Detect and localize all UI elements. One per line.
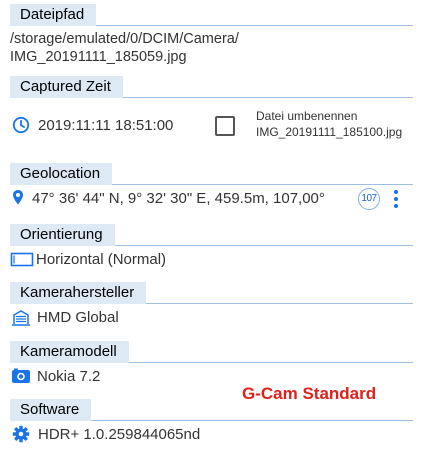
captured-time-row[interactable]: 2019:11:11 18:51:00	[12, 116, 173, 134]
gear-icon	[12, 425, 34, 443]
file-path-line-1: /storage/emulated/0/DCIM/Camera/	[10, 31, 239, 47]
geolocation-row[interactable]: 47° 36' 44" N, 9° 32' 30" E, 459.5m, 107…	[12, 189, 325, 207]
more-vert-icon[interactable]	[393, 190, 399, 210]
file-path-line-2: IMG_20191111_185059.jpg	[10, 49, 187, 65]
rename-file-option[interactable]: Datei umbenennen IMG_20191111_185100.jpg	[256, 108, 402, 140]
section-orientation: Orientierung Horizontal (Normal)	[10, 224, 413, 274]
section-software: Software HDR+ 1.0.259844065nd	[10, 399, 413, 449]
orientation-value: Horizontal (Normal)	[36, 250, 167, 268]
section-geolocation: Geolocation 47° 36' 44" N, 9° 32' 30" E,…	[10, 163, 413, 213]
camera-maker-row[interactable]: HMD Global	[11, 308, 119, 326]
orientation-row[interactable]: Horizontal (Normal)	[10, 250, 166, 268]
file-path-value[interactable]: /storage/emulated/0/DCIM/Camera/ IMG_201…	[10, 30, 239, 66]
clock-icon	[12, 116, 34, 134]
software-header: Software	[10, 399, 92, 421]
section-camera-maker: Kamerahersteller HMD Global	[10, 282, 413, 332]
landscape-icon	[10, 250, 34, 268]
location-pin-icon	[12, 189, 28, 207]
rename-file-value: IMG_20191111_185100.jpg	[256, 125, 403, 139]
geolocation-header: Geolocation	[10, 163, 113, 185]
direction-badge[interactable]: 107	[358, 188, 380, 210]
software-value: HDR+ 1.0.259844065nd	[38, 425, 201, 443]
building-icon	[11, 308, 33, 326]
camera-maker-value: HMD Global	[37, 308, 119, 326]
geolocation-value: 47° 36' 44" N, 9° 32' 30" E, 459.5m, 107…	[32, 189, 325, 207]
camera-icon	[11, 367, 33, 385]
rename-file-label: Datei umbenennen	[256, 109, 358, 123]
gcam-annotation: G-Cam Standard	[242, 384, 377, 403]
camera-model-value: Nokia 7.2	[37, 367, 101, 385]
camera-model-header: Kameramodell	[10, 341, 129, 363]
file-path-header: Dateipfad	[10, 4, 97, 26]
rename-file-checkbox[interactable]	[215, 116, 235, 136]
camera-maker-header: Kamerahersteller	[10, 282, 147, 304]
captured-time-value: 2019:11:11 18:51:00	[38, 116, 174, 134]
captured-time-header: Captured Zeit	[10, 76, 123, 98]
section-captured-time: Captured Zeit 2019:11:11 18:51:00 Datei …	[10, 76, 413, 146]
section-file-path: Dateipfad /storage/emulated/0/DCIM/Camer…	[10, 4, 413, 66]
camera-model-row[interactable]: Nokia 7.2	[11, 367, 100, 385]
orientation-header: Orientierung	[10, 224, 115, 246]
software-row[interactable]: HDR+ 1.0.259844065nd	[12, 425, 200, 443]
